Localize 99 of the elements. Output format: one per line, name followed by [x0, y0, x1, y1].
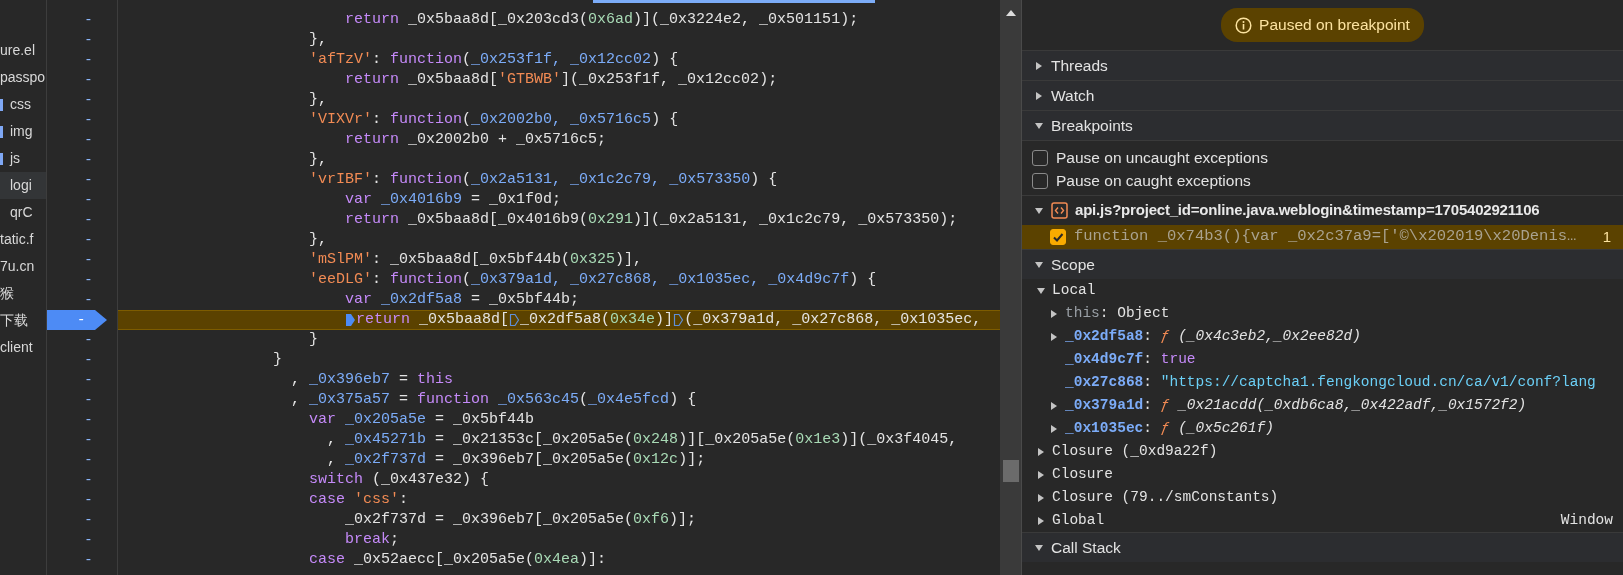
code-text: return _0x5baa8d[ [356, 310, 510, 330]
code-line: 'vrIBF': function(_0x2a5131, _0x1c2c79, _0x573350) { [308, 170, 778, 190]
tree-item[interactable]: 7u.cn [0, 253, 35, 280]
code-line: _0x2f737d = _0x396eb7[_0x205a5e(0xf6)]; [344, 510, 697, 530]
line-number: - [83, 131, 94, 150]
line-number: - [83, 351, 94, 370]
checkbox-label[interactable]: Pause on uncaught exceptions [1056, 145, 1268, 170]
tree-item[interactable]: js [10, 145, 21, 172]
code-line: var _0x2df5a8 = _0x5bf44b; [344, 290, 580, 310]
code-line: } [308, 330, 319, 350]
line-number: - [83, 171, 94, 190]
line-number: - [83, 331, 94, 350]
scope-property: _0x27c868: "https://captcha1.fengkongcloud.cn/ca/v1/conf?lang [1065, 372, 1596, 392]
checkbox-label[interactable]: Pause on caught exceptions [1056, 168, 1251, 193]
code-line: var _0x4016b9 = _0x1f0d; [344, 190, 562, 210]
code-line: }, [308, 150, 328, 170]
code-line: 'mSlPM': _0x5baa8d[_0x5bf44b(0x325)], [308, 250, 643, 270]
tree-item[interactable]: img [10, 118, 33, 145]
scope-property: _0x1035ec: ƒ (_0x5c261f) [1065, 418, 1274, 438]
section-header[interactable]: Scope [1022, 249, 1623, 279]
line-number: - [83, 491, 94, 510]
line-number: - [83, 551, 94, 570]
code-line: }, [308, 90, 328, 110]
code-line: case 'css': [308, 490, 409, 510]
scope-property: _0x2df5a8: ƒ (_0x4c3eb2,_0x2ee82d) [1065, 326, 1361, 346]
line-number: - [83, 211, 94, 230]
line-number: - [83, 371, 94, 390]
line-number: - [83, 51, 94, 70]
line-number: - [83, 411, 94, 430]
line-number: - [83, 471, 94, 490]
code-line: } [272, 350, 283, 370]
tree-item[interactable]: tatic.f [0, 226, 34, 253]
tree-item[interactable]: logi [10, 172, 32, 199]
code-line: return _0x5baa8d[_0x4016b9(0x291)](_0x2a5131, _0x1c2c79, _0x573350); [344, 210, 958, 230]
line-number: - [83, 231, 94, 250]
line-number: - [83, 191, 94, 210]
code-line: , _0x45271b = _0x21353c[_0x205a5e(0x248)][_0x205a5e(0x1e3)](_0x3f4045, [326, 430, 958, 450]
scope-label[interactable]: Closure (79../smConstants) [1052, 486, 1279, 509]
scope-label[interactable]: Closure [1052, 463, 1113, 486]
section-header[interactable]: Threads [1022, 50, 1623, 80]
section-title: Breakpoints [1051, 115, 1133, 136]
code-line: 'eeDLG': function(_0x379a1d, _0x27c868, _0x1035ec, _0x4d9c7f) { [308, 270, 877, 290]
tree-item[interactable]: client [0, 334, 33, 361]
code-line: , _0x396eb7 = this [290, 370, 454, 390]
section-title: Watch [1051, 85, 1095, 106]
line-number: - [83, 251, 94, 270]
tree-item[interactable]: css [10, 91, 31, 118]
section-header[interactable]: Call Stack [1022, 532, 1623, 562]
code-line: return _0x5baa8d[_0x203cd3(0x6ad)](_0x3224e2, _0x501151); [344, 10, 859, 30]
scope-value: Window [1560, 510, 1614, 530]
tree-item[interactable]: passpo [0, 64, 46, 91]
breakpoint-code: function _0x74b3(){var _0x2c37a9=['©\x202019\x20Denis… [1074, 226, 1578, 248]
section-header[interactable]: Breakpoints [1022, 110, 1623, 140]
code-text: (_0x379a1d, _0x27c868, _0x1035ec, [684, 310, 982, 330]
section-header[interactable]: Watch [1022, 80, 1623, 110]
tree-item[interactable]: ure.el [0, 37, 36, 64]
scope-property: this: Object [1065, 303, 1170, 323]
line-number: - [83, 531, 94, 550]
scope-property: _0x379a1d: ƒ _0x21acdd(_0xdb6ca8,_0x422adf,_0x1572f2) [1065, 395, 1527, 415]
code-line: var _0x205a5e = _0x5bf44b [308, 410, 535, 430]
code-line: return _0x2002b0 + _0x5716c5; [344, 130, 607, 150]
status-text: Paused on breakpoint [1259, 15, 1410, 36]
code-text: _0x2df5a8(0x34e)] [520, 310, 674, 330]
line-number: - [83, 111, 94, 130]
code-line: }, [308, 230, 328, 250]
code-line: , _0x2f737d = _0x396eb7[_0x205a5e(0x12c)]; [326, 450, 706, 470]
scope-label[interactable]: Local [1052, 279, 1096, 302]
line-number: - [83, 71, 94, 90]
tree-item[interactable]: 猴 [0, 280, 14, 307]
line-number: - [83, 431, 94, 450]
section-title: Scope [1051, 254, 1095, 275]
hit-count: 1 [1602, 226, 1611, 247]
line-number: - [83, 91, 94, 110]
scope-property: _0x4d9c7f: true [1065, 349, 1196, 369]
code-line: return _0x5baa8d['GTBWB'](_0x253f1f, _0x12cc02); [344, 70, 778, 90]
code-line: 'VIXVr': function(_0x2002b0, _0x5716c5) { [308, 110, 679, 130]
code-line: case _0x52aecc[_0x205a5e(0x4ea)]: [308, 550, 607, 570]
line-number: - [83, 151, 94, 170]
code-line: break; [344, 530, 400, 550]
breakpoint-entry[interactable]: function _0x74b3(){var _0x2c37a9=['©\x202019\x20Denis… 1 [1022, 225, 1623, 249]
tree-item[interactable]: 下载 [0, 307, 28, 334]
code-line: , _0x375a57 = function _0x563c45(_0x4e5fcd) { [290, 390, 697, 410]
section-title: Threads [1051, 55, 1108, 76]
scope-label[interactable]: Global [1052, 509, 1105, 532]
scope-label[interactable]: Closure (_0xd9a22f) [1052, 440, 1218, 463]
line-number: - [83, 11, 94, 30]
file-name[interactable]: api.js?project_id=online.java.weblogin&timestamp=1705402921106 [1075, 199, 1540, 222]
section-title: Call Stack [1051, 537, 1121, 558]
tree-item[interactable]: qrC [10, 199, 33, 226]
code-line: 'afTzV': function(_0x253f1f, _0x12cc02) { [308, 50, 679, 70]
line-number: - [83, 451, 94, 470]
line-number: - [83, 271, 94, 290]
line-number: - [83, 511, 94, 530]
code-line: }, [308, 30, 328, 50]
line-number: - [83, 291, 94, 310]
selected-tree-row[interactable]: logi [0, 172, 46, 199]
line-number: - [83, 31, 94, 50]
code-line: switch (_0x437e32) { [308, 470, 490, 490]
line-number: - [83, 391, 94, 410]
